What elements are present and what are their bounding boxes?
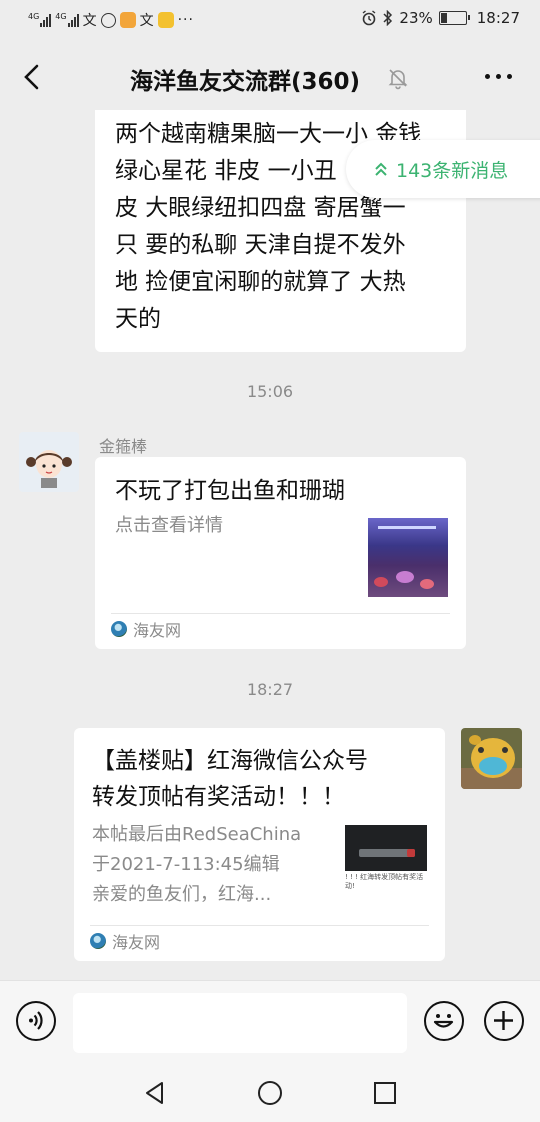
source-name: 海友网 — [112, 933, 161, 952]
status-bar-right: 23% 18:27 — [361, 9, 520, 27]
status-bar-left: 4G 4G 文 文 ··· — [28, 10, 194, 30]
message-line: 地 捡便宜闲聊的就算了 大热 — [115, 269, 406, 295]
battery-icon — [438, 11, 470, 25]
card-title: 不玩了打包出鱼和珊瑚 — [115, 478, 345, 504]
more-dots-icon: ··· — [177, 12, 194, 28]
input-bar — [0, 980, 540, 1069]
mail-app-icon — [157, 12, 174, 28]
thumbnail-caption: ! ! ! 红海转发顶帖有奖活动! — [345, 873, 424, 890]
translate-icon: 文 — [139, 13, 154, 29]
card-desc-line: 亲爱的鱼友们，红海... — [92, 884, 272, 905]
emoji-icon[interactable] — [424, 1001, 464, 1041]
mute-bell-icon — [388, 69, 408, 90]
status-bar: 4G 4G 文 文 ··· 23% 18:27 — [0, 0, 540, 38]
link-card[interactable]: 不玩了打包出鱼和珊瑚 点击查看详情 海友网 — [95, 457, 466, 649]
message-input[interactable] — [73, 993, 407, 1053]
network-type: 4G — [55, 12, 67, 21]
card-thumbnail: ! ! ! 红海转发顶帖有奖活动! — [345, 825, 427, 895]
source-logo-icon — [90, 933, 106, 949]
plus-icon[interactable] — [484, 1001, 524, 1041]
signal-icon: 4G — [28, 12, 52, 27]
shield-app-icon — [100, 12, 116, 28]
card-thumbnail — [368, 518, 448, 597]
double-chevron-up-icon — [375, 162, 387, 176]
card-desc-line: 于2021-7-113:45编辑 — [92, 854, 280, 875]
source-logo-icon — [111, 621, 127, 637]
card-title-line: 【盖楼贴】红海微信公众号 — [92, 748, 368, 774]
back-icon[interactable] — [18, 62, 48, 92]
card-divider — [90, 925, 429, 926]
clock: 18:27 — [476, 9, 520, 27]
nav-home-icon[interactable] — [256, 1079, 284, 1107]
more-icon[interactable] — [485, 74, 512, 79]
system-nav-bar — [0, 1068, 540, 1122]
chat-header: 海洋鱼友交流群(360) — [0, 38, 540, 118]
message-line: 只 要的私聊 天津自提不发外 — [115, 232, 406, 258]
nav-recents-icon[interactable] — [372, 1080, 398, 1106]
timestamp: 18:27 — [246, 680, 294, 699]
timestamp: 15:06 — [246, 382, 294, 401]
signal-icon: 4G — [55, 12, 79, 27]
avatar[interactable] — [19, 432, 79, 492]
card-title-line: 转发顶帖有奖活动！！！ — [92, 784, 345, 810]
bluetooth-icon — [383, 10, 393, 26]
card-title: 【盖楼贴】红海微信公众号 转发顶帖有奖活动！！！ — [92, 743, 368, 815]
alarm-icon — [362, 10, 376, 26]
toy-figure-icon — [461, 728, 522, 789]
battery-percent: 23% — [399, 9, 433, 27]
card-desc-line: 本帖最后由RedSeaChina — [92, 824, 302, 845]
message-line: 天的 — [115, 306, 161, 332]
translate-icon: 文 — [82, 13, 97, 29]
card-source: 海友网 — [111, 617, 181, 641]
card-description: 本帖最后由RedSeaChina 于2021-7-113:45编辑 亲爱的鱼友们… — [92, 820, 337, 910]
card-divider — [111, 613, 450, 614]
card-description: 点击查看详情 — [115, 515, 223, 536]
weather-app-icon — [119, 12, 136, 28]
cartoon-girl-icon — [19, 432, 79, 492]
source-name: 海友网 — [133, 621, 182, 640]
sender-name: 金箍棒 — [99, 437, 148, 456]
chat-title: 海洋鱼友交流群(360) — [130, 69, 361, 95]
network-type: 4G — [28, 12, 40, 21]
link-card[interactable]: 【盖楼贴】红海微信公众号 转发顶帖有奖活动！！！ 本帖最后由RedSeaChin… — [74, 728, 445, 961]
self-avatar[interactable] — [461, 728, 522, 789]
nav-back-icon[interactable] — [142, 1080, 168, 1106]
new-messages-button[interactable]: 143条新消息 — [346, 140, 540, 198]
new-messages-label: 143条新消息 — [396, 159, 509, 182]
voice-icon[interactable] — [16, 1001, 56, 1041]
card-source: 海友网 — [90, 929, 160, 953]
